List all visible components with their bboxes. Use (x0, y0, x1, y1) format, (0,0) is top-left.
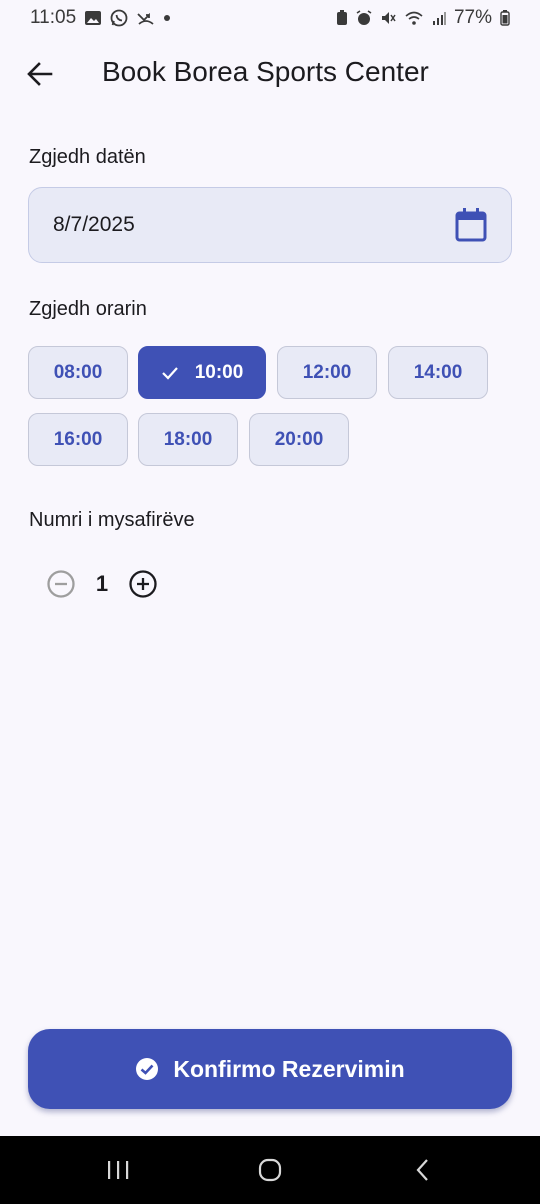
battery-saver-icon (336, 10, 348, 26)
gallery-notification-icon (84, 10, 102, 26)
guests-section-label: Numri i mysafirëve (29, 509, 195, 531)
booking-screen: 11:05 77% Book Borea Sports Center Zgjed… (0, 0, 540, 1204)
battery-icon (500, 10, 510, 26)
missed-call-icon (136, 10, 156, 26)
increment-button[interactable] (127, 568, 159, 600)
whatsapp-notification-icon (110, 9, 128, 27)
time-section-label: Zgjedh orarin (29, 298, 147, 320)
recent-apps-button[interactable] (100, 1154, 136, 1186)
time-slot-chip[interactable]: 14:00 (388, 346, 488, 399)
check-circle-icon (136, 1058, 159, 1080)
check-icon (161, 366, 178, 380)
date-value: 8/7/2025 (53, 213, 135, 236)
app-bar: Book Borea Sports Center (0, 40, 540, 108)
guest-count-value: 1 (95, 571, 109, 596)
system-nav-bar (0, 1136, 540, 1204)
minus-circle-icon (47, 570, 75, 598)
confirm-button-label: Konfirmo Rezervimin (173, 1055, 405, 1082)
guest-count-stepper: 1 (45, 566, 159, 602)
date-picker-field[interactable]: 8/7/2025 (28, 187, 512, 263)
page-title: Book Borea Sports Center (102, 56, 429, 87)
date-section-label: Zgjedh datën (29, 146, 146, 168)
arrow-left-icon (27, 62, 53, 86)
confirm-booking-button[interactable]: Konfirmo Rezervimin (28, 1029, 512, 1109)
system-back-button[interactable] (404, 1154, 440, 1186)
mute-icon (380, 10, 396, 26)
recent-apps-icon (108, 1161, 129, 1179)
alarm-icon (356, 10, 372, 26)
time-slot-label: 08:00 (53, 361, 103, 383)
time-slot-label: 12:00 (302, 361, 352, 383)
time-slot-label: 20:00 (274, 428, 324, 450)
time-slot-chip[interactable]: 18:00 (138, 413, 238, 466)
status-left: 11:05 (30, 7, 171, 29)
time-slot-label: 16:00 (53, 428, 103, 450)
time-slot-chip[interactable]: 12:00 (277, 346, 377, 399)
home-button[interactable] (252, 1154, 288, 1186)
time-slot-chip[interactable]: 20:00 (249, 413, 349, 466)
chevron-left-icon (416, 1159, 428, 1181)
wifi-icon (404, 10, 424, 26)
status-time: 11:05 (30, 7, 77, 28)
calendar-icon[interactable] (455, 208, 487, 242)
signal-icon (432, 11, 446, 25)
time-slot-chip[interactable]: 08:00 (28, 346, 128, 399)
status-right: 77% (336, 7, 510, 29)
decrement-button[interactable] (45, 568, 77, 600)
home-icon (258, 1158, 282, 1182)
time-slot-label: 18:00 (163, 428, 213, 450)
plus-circle-icon (129, 570, 157, 598)
battery-percent: 77% (453, 7, 492, 28)
more-notifications-dot (164, 15, 171, 21)
time-slot-chip-selected[interactable]: 10:00 (138, 346, 266, 399)
time-slot-label: 14:00 (413, 361, 463, 383)
back-button[interactable] (18, 52, 62, 96)
time-slot-chip[interactable]: 16:00 (28, 413, 128, 466)
status-bar: 11:05 77% (0, 0, 540, 36)
time-slot-label: 10:00 (194, 361, 244, 383)
